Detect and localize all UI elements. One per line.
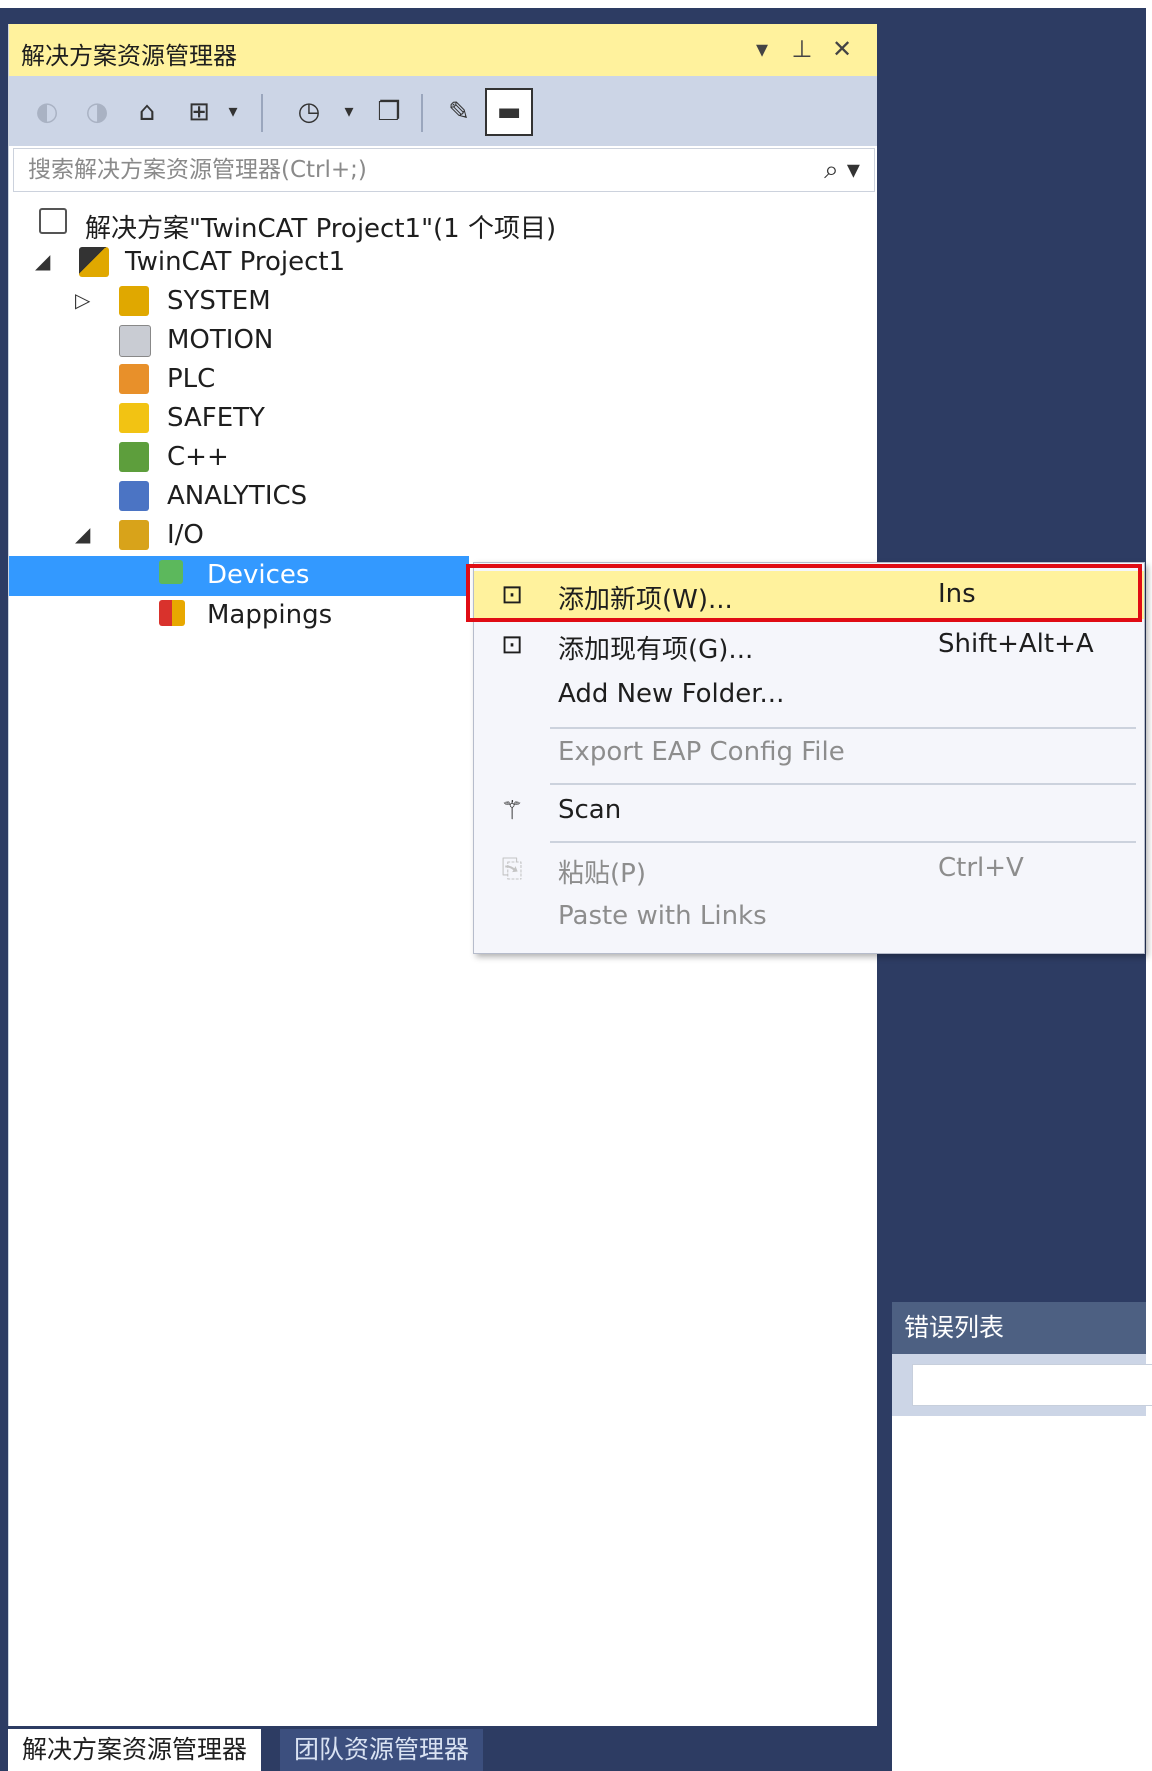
safety-icon <box>119 403 149 433</box>
tree-item-analytics[interactable]: ANALYTICS <box>9 477 877 517</box>
menu-item-paste: ⎘ 粘贴(P) Ctrl+V <box>474 845 1144 893</box>
menu-item-shortcut: Ins <box>938 579 976 609</box>
tree-item-label: SYSTEM <box>167 286 271 316</box>
tree-item-motion[interactable]: MOTION <box>9 321 877 361</box>
context-menu: ⊡ 添加新项(W)... Ins ⊡ 添加现有项(G)... Shift+Alt… <box>473 562 1145 954</box>
menu-item-paste-with-links: Paste with Links <box>474 893 1144 941</box>
paste-icon: ⎘ <box>501 854 523 884</box>
solution-icon <box>39 208 67 234</box>
tree-item-system[interactable]: ▷ SYSTEM <box>9 282 877 322</box>
pin-icon[interactable]: ⊥ <box>787 34 817 64</box>
solution-explorer-titlebar: 解决方案资源管理器 ▾ ⊥ ✕ <box>9 24 877 76</box>
tree-item-solution[interactable]: 解决方案"TwinCAT Project1"(1 个项目) <box>9 204 877 244</box>
tree-item-project[interactable]: ◢ TwinCAT Project1 <box>9 243 877 283</box>
solution-explorer-toolbar: ◐ ◑ ⌂ ⊞ ▾ ◷ ▾ ❐ ✎ ▬ <box>9 76 877 146</box>
menu-item-label: 添加新项(W)... <box>558 585 733 615</box>
back-icon[interactable]: ◐ <box>29 94 65 130</box>
menu-item-add-existing-item[interactable]: ⊡ 添加现有项(G)... Shift+Alt+A <box>474 621 1144 669</box>
tree-item-label: MOTION <box>167 325 274 355</box>
tree-item-label: Devices <box>207 560 310 590</box>
wrench-icon[interactable]: ✎ <box>441 94 477 130</box>
expanded-arrow-icon[interactable]: ◢ <box>75 522 90 546</box>
panel-title: 解决方案资源管理器 <box>21 42 237 70</box>
tree-item-label: I/O <box>167 520 204 550</box>
menu-item-label: Paste with Links <box>558 901 767 931</box>
collapsed-arrow-icon[interactable]: ▷ <box>75 288 90 312</box>
tree-item-plc[interactable]: PLC <box>9 360 877 400</box>
tree-item-label: TwinCAT Project1 <box>125 247 346 277</box>
menu-item-add-new-item[interactable]: ⊡ 添加新项(W)... Ins <box>474 571 1144 619</box>
expanded-arrow-icon[interactable]: ◢ <box>35 249 50 273</box>
menu-item-shortcut: Ctrl+V <box>938 853 1024 883</box>
error-list-title: 错误列表 <box>892 1302 1146 1354</box>
cpp-icon <box>119 442 149 472</box>
menu-item-shortcut: Shift+Alt+A <box>938 629 1094 659</box>
io-icon <box>119 520 149 550</box>
dropdown-icon[interactable]: ▾ <box>747 34 777 64</box>
scan-wand-icon: ⚚ <box>500 796 524 826</box>
switch-view-icon[interactable]: ⊞ <box>181 94 217 130</box>
close-icon[interactable]: ✕ <box>827 34 857 64</box>
menu-item-label: Export EAP Config File <box>558 737 845 767</box>
forward-icon[interactable]: ◑ <box>79 94 115 130</box>
error-list-toolbar <box>892 1354 1152 1416</box>
pending-changes-icon[interactable]: ◷ <box>291 94 327 130</box>
search-box[interactable]: ⌕ ▾ <box>13 148 875 192</box>
home-icon[interactable]: ⌂ <box>129 94 165 130</box>
right-border <box>1146 0 1152 1771</box>
search-input[interactable] <box>14 149 790 191</box>
tree-item-label: PLC <box>167 364 216 394</box>
menu-separator <box>550 783 1136 785</box>
tree-item-devices[interactable]: Devices <box>9 556 469 596</box>
menu-separator <box>550 841 1136 843</box>
error-list-filter[interactable] <box>912 1364 1152 1406</box>
tree-item-label: ANALYTICS <box>167 481 308 511</box>
tree-item-io[interactable]: ◢ I/O <box>9 516 877 556</box>
motion-icon <box>119 325 151 357</box>
toolbar-divider <box>421 94 423 132</box>
menu-item-label: 添加现有项(G)... <box>558 635 754 665</box>
tree-item-safety[interactable]: SAFETY <box>9 399 877 439</box>
menu-item-scan[interactable]: ⚚ Scan <box>474 787 1144 835</box>
menu-item-export-eap: Export EAP Config File <box>474 729 1144 777</box>
bottom-tab-bar: 解决方案资源管理器 团队资源管理器 <box>8 1729 876 1771</box>
error-list-panel: 错误列表 <box>892 1302 1152 1771</box>
add-new-item-icon: ⊡ <box>501 580 523 610</box>
top-border <box>0 0 1152 8</box>
search-icon[interactable]: ⌕ ▾ <box>824 155 860 186</box>
menu-item-add-new-folder[interactable]: Add New Folder... <box>474 671 1144 719</box>
mappings-icon <box>159 600 185 626</box>
project-icon <box>79 247 109 277</box>
menu-item-label: Scan <box>558 795 622 825</box>
tree-item-label: Mappings <box>207 600 333 630</box>
plc-icon <box>119 364 149 394</box>
toolbar-divider <box>261 94 263 132</box>
system-icon <box>119 286 149 316</box>
chevron-down-icon[interactable]: ▾ <box>331 94 367 130</box>
devices-icon <box>159 560 183 584</box>
menu-item-label: 粘贴(P) <box>558 859 646 889</box>
preview-icon[interactable]: ▬ <box>485 88 533 136</box>
add-existing-item-icon: ⊡ <box>501 630 523 660</box>
tree-item-label: C++ <box>167 442 229 472</box>
collapse-all-icon[interactable]: ❐ <box>371 94 407 130</box>
tree-item-label: SAFETY <box>167 403 265 433</box>
analytics-icon <box>119 481 149 511</box>
tree-item-label: 解决方案"TwinCAT Project1"(1 个项目) <box>85 214 557 244</box>
menu-item-label: Add New Folder... <box>558 679 785 709</box>
tree-item-cpp[interactable]: C++ <box>9 438 877 478</box>
tab-team-explorer[interactable]: 团队资源管理器 <box>280 1729 484 1771</box>
chevron-down-icon[interactable]: ▾ <box>215 94 251 130</box>
tab-solution-explorer[interactable]: 解决方案资源管理器 <box>8 1729 262 1771</box>
